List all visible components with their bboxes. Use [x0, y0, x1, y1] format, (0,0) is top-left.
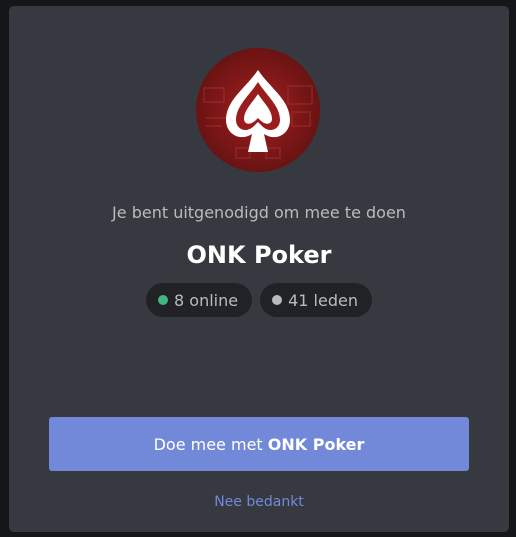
online-status-icon: [158, 295, 169, 305]
member-count: 41 leden: [288, 290, 358, 310]
join-label-prefix: Doe mee met: [153, 434, 268, 454]
join-server-button[interactable]: Doe mee met ONK Poker: [49, 417, 469, 471]
invite-modal: Je bent uitgenodigd om mee te doen ONK P…: [9, 6, 509, 532]
decline-link[interactable]: Nee bedankt: [9, 493, 509, 511]
online-count-pill: 8 online: [146, 283, 253, 317]
online-count: 8 online: [174, 290, 239, 310]
server-name: ONK Poker: [186, 241, 332, 269]
server-icon: [196, 48, 320, 172]
member-status-icon: [272, 295, 283, 305]
member-count-pill: 41 leden: [260, 283, 372, 317]
join-label-server: ONK Poker: [267, 434, 365, 454]
invite-subtitle: Je bent uitgenodigd om mee te doen: [112, 203, 406, 222]
server-stats: 8 online 41 leden: [9, 283, 509, 317]
